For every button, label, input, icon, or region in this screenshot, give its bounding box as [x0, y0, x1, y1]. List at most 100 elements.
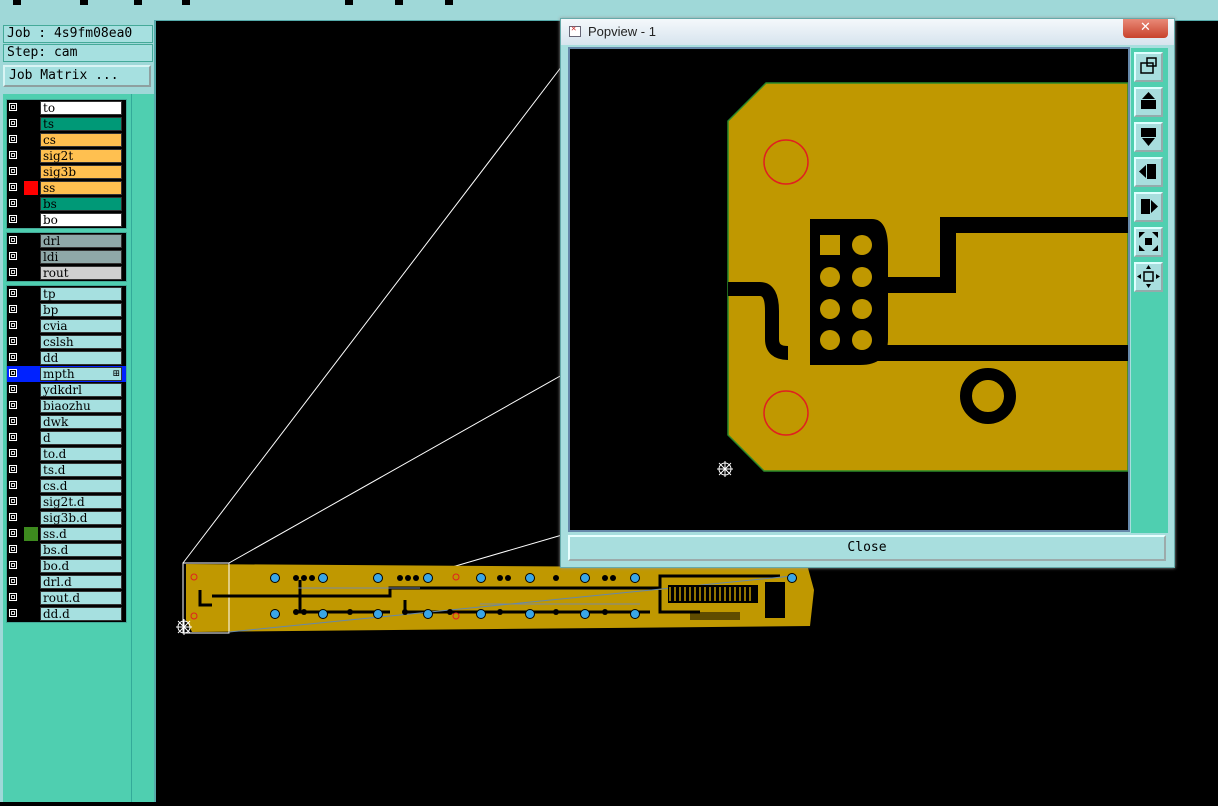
layer-name[interactable]: sig2t.d	[40, 495, 122, 509]
layer-color-swatch[interactable]	[24, 559, 38, 573]
layer-color-swatch[interactable]	[24, 335, 38, 349]
layer-name[interactable]: cvia	[40, 319, 122, 333]
layer-name[interactable]: dd.d	[40, 607, 122, 621]
layer-color-swatch[interactable]	[24, 607, 38, 621]
layer-color-swatch[interactable]	[24, 495, 38, 509]
layer-color-swatch[interactable]	[24, 303, 38, 317]
layer-name[interactable]: dd	[40, 351, 122, 365]
layer-checkbox[interactable]	[9, 497, 17, 505]
layer-color-swatch[interactable]	[24, 197, 38, 211]
layer-row-cs[interactable]: cs	[7, 132, 126, 148]
layer-color-swatch[interactable]	[24, 447, 38, 461]
layer-name[interactable]: bs.d	[40, 543, 122, 557]
layer-color-swatch[interactable]	[24, 543, 38, 557]
layer-checkbox[interactable]	[9, 465, 17, 473]
layer-checkbox[interactable]	[9, 433, 17, 441]
layer-checkbox[interactable]	[9, 353, 17, 361]
layer-name[interactable]: d	[40, 431, 122, 445]
layer-row-drl[interactable]: drl	[7, 233, 126, 249]
layer-checkbox[interactable]	[9, 119, 17, 127]
layer-checkbox[interactable]	[9, 305, 17, 313]
layer-name[interactable]: sig2t	[40, 149, 122, 163]
layer-row-ts.d[interactable]: ts.d	[7, 462, 126, 478]
layer-color-swatch[interactable]	[24, 511, 38, 525]
layer-checkbox[interactable]	[9, 215, 17, 223]
layer-row-to.d[interactable]: to.d	[7, 446, 126, 462]
layer-row-bp[interactable]: bp	[7, 302, 126, 318]
layer-checkbox[interactable]	[9, 481, 17, 489]
layer-name[interactable]: bp	[40, 303, 122, 317]
layer-color-swatch[interactable]	[24, 266, 38, 280]
pan-right-button[interactable]	[1134, 192, 1163, 222]
zoom-fit-button[interactable]	[1134, 52, 1163, 82]
layer-color-swatch[interactable]	[24, 133, 38, 147]
pan-down-button[interactable]	[1134, 122, 1163, 152]
layer-color-swatch[interactable]	[24, 415, 38, 429]
layer-row-ts[interactable]: ts	[7, 116, 126, 132]
layer-name[interactable]: rout.d	[40, 591, 122, 605]
layer-name[interactable]: bs	[40, 197, 122, 211]
layer-row-dd.d[interactable]: dd.d	[7, 606, 126, 622]
layer-name[interactable]: ss.d	[40, 527, 122, 541]
menu-handle[interactable]	[182, 0, 190, 5]
layer-row-ss.d[interactable]: ss.d	[7, 526, 126, 542]
layer-name[interactable]: ts.d	[40, 463, 122, 477]
layer-row-sig3b.d[interactable]: sig3b.d	[7, 510, 126, 526]
layer-row-sig2t.d[interactable]: sig2t.d	[7, 494, 126, 510]
layer-row-ss[interactable]: ss	[7, 180, 126, 196]
pan-up-button[interactable]	[1134, 87, 1163, 117]
layer-checkbox[interactable]	[9, 417, 17, 425]
menu-handle[interactable]	[445, 0, 453, 5]
layer-name[interactable]: rout	[40, 266, 122, 280]
layer-name[interactable]: mpth ⊞	[40, 367, 122, 381]
layer-checkbox[interactable]	[9, 513, 17, 521]
layer-row-drl.d[interactable]: drl.d	[7, 574, 126, 590]
layer-row-d[interactable]: d	[7, 430, 126, 446]
layer-checkbox[interactable]	[9, 449, 17, 457]
layer-expand-icon[interactable]: ⊞	[112, 368, 120, 381]
layer-row-tp[interactable]: tp	[7, 286, 126, 302]
layer-color-swatch[interactable]	[24, 431, 38, 445]
layer-name[interactable]: dwk	[40, 415, 122, 429]
layer-checkbox[interactable]	[9, 289, 17, 297]
layer-checkbox[interactable]	[9, 321, 17, 329]
layer-name[interactable]: tp	[40, 287, 122, 301]
menu-handle[interactable]	[345, 0, 353, 5]
layer-color-swatch[interactable]	[24, 575, 38, 589]
layer-checkbox[interactable]	[9, 236, 17, 244]
layer-color-swatch[interactable]	[24, 181, 38, 195]
layer-row-rout[interactable]: rout	[7, 265, 126, 281]
layer-checkbox[interactable]	[9, 183, 17, 191]
layer-name[interactable]: bo	[40, 213, 122, 227]
layer-checkbox[interactable]	[9, 545, 17, 553]
layer-name[interactable]: ss	[40, 181, 122, 195]
zoom-in-button[interactable]	[1134, 227, 1163, 257]
layer-checkbox[interactable]	[9, 167, 17, 175]
layer-checkbox[interactable]	[9, 369, 17, 377]
layer-checkbox[interactable]	[9, 577, 17, 585]
layer-name[interactable]: sig3b.d	[40, 511, 122, 525]
layer-color-swatch[interactable]	[24, 250, 38, 264]
layer-row-bo[interactable]: bo	[7, 212, 126, 228]
layer-checkbox[interactable]	[9, 609, 17, 617]
menu-handle[interactable]	[80, 0, 88, 5]
layer-color-swatch[interactable]	[24, 213, 38, 227]
layer-checkbox[interactable]	[9, 337, 17, 345]
layer-name[interactable]: ydkdrl	[40, 383, 122, 397]
popview-viewport[interactable]	[568, 47, 1130, 532]
layer-row-cvia[interactable]: cvia	[7, 318, 126, 334]
layer-name[interactable]: sig3b	[40, 165, 122, 179]
layer-row-dd[interactable]: dd	[7, 350, 126, 366]
layer-name[interactable]: drl.d	[40, 575, 122, 589]
layer-checkbox[interactable]	[9, 561, 17, 569]
layer-list-scrollbar[interactable]	[131, 94, 154, 802]
layer-row-biaozhu[interactable]: biaozhu	[7, 398, 126, 414]
layer-row-bo.d[interactable]: bo.d	[7, 558, 126, 574]
layer-row-sig3b[interactable]: sig3b	[7, 164, 126, 180]
layer-row-ydkdrl[interactable]: ydkdrl	[7, 382, 126, 398]
layer-color-swatch[interactable]	[24, 319, 38, 333]
layer-row-bs[interactable]: bs	[7, 196, 126, 212]
layer-row-cs.d[interactable]: cs.d	[7, 478, 126, 494]
menu-handle[interactable]	[395, 0, 403, 5]
layer-color-swatch[interactable]	[24, 463, 38, 477]
